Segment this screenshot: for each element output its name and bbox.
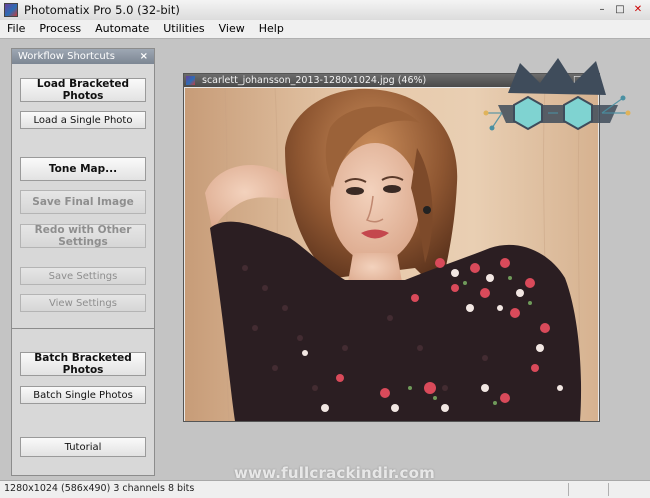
status-bar: 1280x1024 (586x490) 3 channels 8 bits [0,480,650,498]
save-settings-button[interactable]: Save Settings [20,267,146,285]
panel-header: Workflow Shortcuts × [12,49,154,64]
minimize-button[interactable]: – [594,2,610,17]
app-icon [4,3,18,17]
workspace: Workflow Shortcuts × Load Bracketed Phot… [0,39,650,482]
menu-view[interactable]: View [212,20,252,38]
close-button[interactable]: ✕ [630,2,646,17]
panel-divider [12,328,154,329]
maximize-button[interactable]: □ [612,2,628,17]
image-window-icon [186,76,195,85]
view-settings-button[interactable]: View Settings [20,294,146,312]
panel-title: Workflow Shortcuts [18,51,115,62]
tutorial-button[interactable]: Tutorial [20,437,146,457]
status-divider [568,483,569,496]
menu-automate[interactable]: Automate [88,20,156,38]
workflow-shortcuts-panel: Workflow Shortcuts × Load Bracketed Phot… [11,48,155,476]
menu-process[interactable]: Process [32,20,88,38]
status-text: 1280x1024 (586x490) 3 channels 8 bits [4,483,195,494]
redo-settings-button[interactable]: Redo with Other Settings [20,224,146,248]
menu-help[interactable]: Help [252,20,291,38]
status-divider [608,483,609,496]
batch-bracketed-photos-button[interactable]: Batch Bracketed Photos [20,352,146,376]
save-final-image-button[interactable]: Save Final Image [20,190,146,214]
panel-close-icon[interactable]: × [140,49,148,64]
menu-bar: File Process Automate Utilities View Hel… [0,20,650,39]
menu-file[interactable]: File [0,20,32,38]
title-bar: Photomatix Pro 5.0 (32-bit) – □ ✕ [0,0,650,21]
load-bracketed-photos-button[interactable]: Load Bracketed Photos [20,78,146,102]
site-logo [483,58,631,131]
app-title: Photomatix Pro 5.0 (32-bit) [24,3,180,17]
tone-map-button[interactable]: Tone Map... [20,157,146,181]
menu-utilities[interactable]: Utilities [156,20,211,38]
load-single-photo-button[interactable]: Load a Single Photo [20,111,146,129]
image-window-title: scarlett_johansson_2013-1280x1024.jpg (4… [202,75,427,86]
batch-single-photos-button[interactable]: Batch Single Photos [20,386,146,404]
